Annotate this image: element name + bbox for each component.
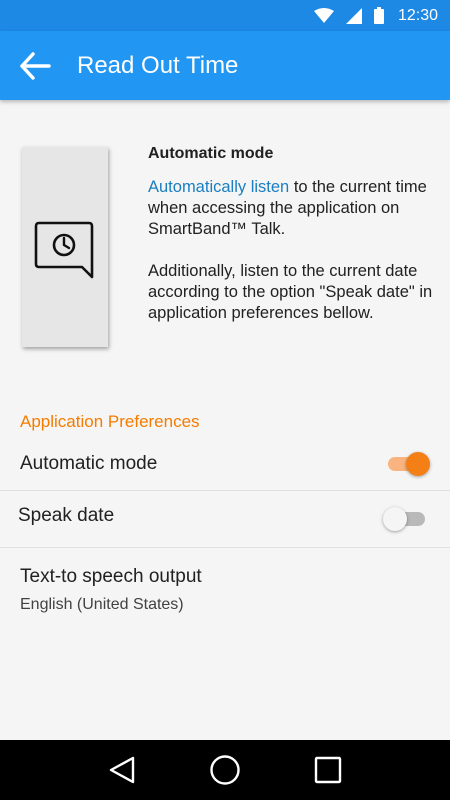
home-circle-icon xyxy=(210,755,240,785)
automatically-listen-link[interactable]: Automatically listen xyxy=(148,178,289,196)
status-time: 12:30 xyxy=(397,6,438,24)
recents-square-icon xyxy=(315,756,342,784)
tts-output-row[interactable] xyxy=(0,548,450,628)
speak-date-label: Speak date xyxy=(18,505,115,526)
automatic-mode-row[interactable]: Automatic mode xyxy=(0,440,450,490)
back-triangle-icon xyxy=(109,756,134,784)
automatic-mode-switch[interactable] xyxy=(386,451,430,477)
speak-date-row[interactable]: Speak date xyxy=(0,491,450,547)
wifi-icon xyxy=(313,7,334,24)
switch-thumb xyxy=(406,452,430,476)
back-button[interactable] xyxy=(0,31,70,100)
nav-recents-button[interactable] xyxy=(308,750,348,790)
info-panel: Automatic mode Automatically listen to t… xyxy=(148,145,438,324)
preferences-section-title: Application Preferences xyxy=(20,412,200,431)
nav-back-button[interactable] xyxy=(102,750,142,790)
app-bar: Read Out Time xyxy=(0,31,450,100)
signal-icon xyxy=(345,7,362,24)
page-title: Read Out Time xyxy=(77,51,239,79)
info-paragraph-2: Additionally, listen to the current date… xyxy=(148,262,433,322)
tts-output-title: Text-to speech output xyxy=(20,566,202,587)
clock-chat-bubble-icon xyxy=(34,221,94,279)
automatic-mode-label: Automatic mode xyxy=(20,453,158,474)
info-paragraph-1: Automatically listen to the current time… xyxy=(148,177,438,240)
info-title: Automatic mode xyxy=(148,145,274,162)
tts-output-value: English (United States) xyxy=(20,596,184,613)
battery-icon xyxy=(373,7,384,24)
arrow-back-icon xyxy=(20,51,51,80)
nav-home-button[interactable] xyxy=(205,750,245,790)
switch-thumb xyxy=(383,507,407,531)
status-bar: 12:30 xyxy=(0,0,450,31)
watch-illustration xyxy=(22,147,108,347)
speak-date-switch[interactable] xyxy=(383,506,427,532)
navigation-bar xyxy=(0,740,450,800)
